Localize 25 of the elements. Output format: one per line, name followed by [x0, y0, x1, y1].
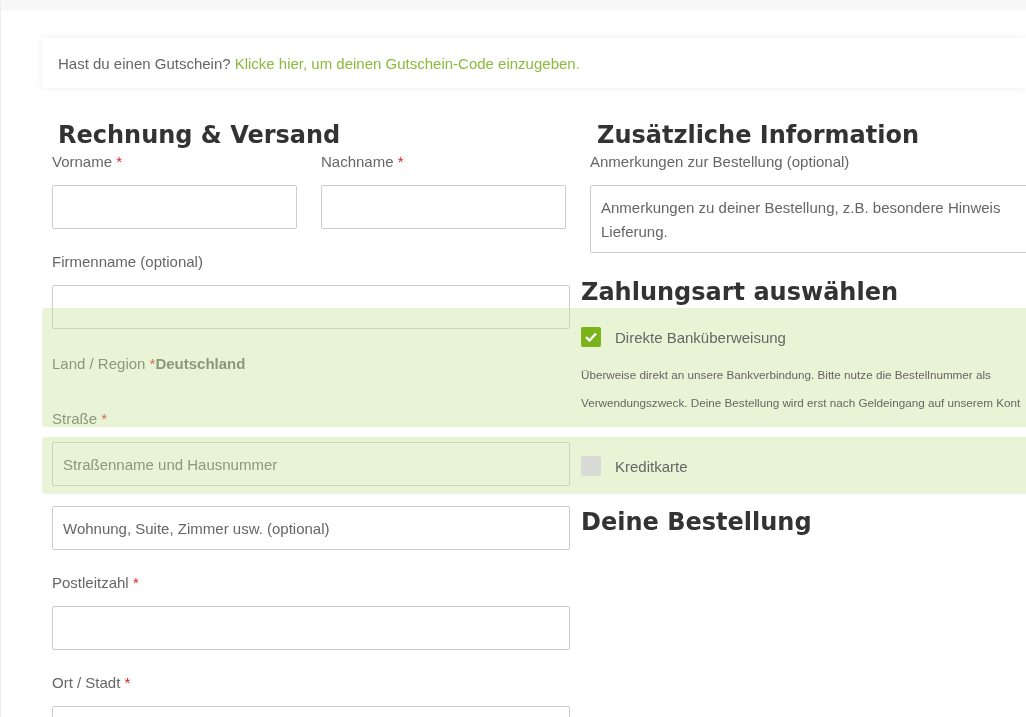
field-label: Anmerkungen zur Bestellung (optional) — [590, 152, 851, 172]
coupon-text: Hast du einen Gutschein? — [58, 54, 231, 72]
text-field[interactable] — [52, 185, 297, 229]
text-field[interactable] — [52, 285, 570, 329]
section-heading: Zahlungsart auswählen — [581, 277, 899, 308]
field-label: Postleitzahl * — [52, 573, 140, 593]
text-field[interactable]: Straßenname und Hausnummer — [52, 442, 570, 486]
text-field[interactable] — [52, 606, 570, 650]
payment-method-label[interactable]: Kreditkarte — [615, 457, 688, 475]
text-field[interactable] — [321, 185, 566, 229]
checkbox[interactable] — [581, 327, 601, 347]
section-heading: Rechnung & Versand — [58, 120, 342, 151]
field-label: Firmenname (optional) — [52, 252, 204, 272]
field-label: Nachname * — [321, 152, 405, 172]
checkmark-icon — [585, 332, 597, 342]
field-label: Land / Region *Deutschland — [52, 354, 247, 374]
payment-description: Überweise direkt an unsere Bankverbindung. Bitte nutze die Bestellnummer als Verwendungszweck. Deine Bestellung wird erst nach Geldeingang auf unserem Kont — [581, 367, 1022, 411]
payment-method-label[interactable]: Direkte Banküberweisung — [615, 328, 786, 346]
section-heading: Zusätzliche Information — [597, 120, 921, 151]
field-label: Vorname * — [52, 152, 124, 172]
field-label: Straße * — [52, 409, 109, 429]
text-field[interactable]: Wohnung, Suite, Zimmer usw. (optional) — [52, 506, 570, 550]
notes-field[interactable]: Anmerkungen zu deiner Bestellung, z.B. besondere Hinweis Lieferung. — [590, 185, 1026, 253]
field-label: Ort / Stadt * — [52, 673, 132, 693]
section-heading: Deine Bestellung — [581, 507, 813, 538]
